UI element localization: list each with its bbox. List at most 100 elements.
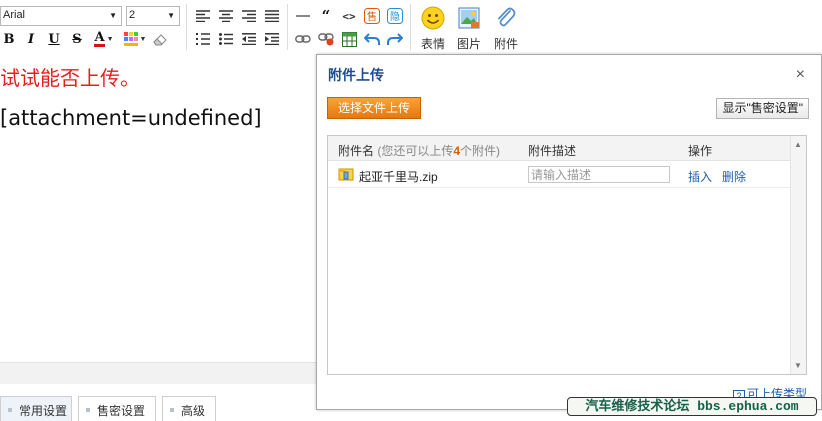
attachment-filename: 起亚千里马.zip — [359, 170, 438, 184]
font-size-select[interactable]: 2 ▼ — [126, 6, 180, 26]
scroll-up-icon[interactable]: ▲ — [794, 140, 802, 149]
strikethrough-button[interactable]: S — [68, 30, 86, 48]
indent-icon — [265, 33, 279, 45]
toolbar-divider — [410, 4, 411, 50]
svg-text:隐: 隐 — [390, 11, 400, 23]
paperclip-icon — [498, 7, 516, 27]
dialog-title: 附件上传 — [328, 67, 384, 83]
table-row: 起亚千里马.zip 插入 删除 — [328, 162, 790, 188]
eraser-icon — [153, 34, 167, 46]
bullet-icon — [170, 408, 174, 412]
align-left-button[interactable] — [194, 7, 212, 25]
link-button[interactable] — [294, 30, 312, 48]
font-color-button[interactable]: A ▼ — [91, 30, 117, 48]
justify-button[interactable] — [263, 7, 281, 25]
align-left-icon — [196, 10, 210, 22]
chevron-down-icon: ▼ — [106, 35, 114, 43]
editor-line-red[interactable]: 试试能否上传。 — [0, 62, 140, 91]
indent-button[interactable] — [263, 30, 281, 48]
column-filename-label: 附件名 — [338, 144, 375, 158]
scroll-down-icon[interactable]: ▼ — [794, 361, 802, 370]
hide-button[interactable]: 隐 — [386, 7, 404, 25]
underline-button[interactable]: U — [45, 30, 63, 48]
delete-link[interactable]: 删除 — [722, 168, 746, 185]
horizontal-rule-button[interactable] — [294, 7, 312, 25]
undo-button[interactable] — [363, 30, 381, 48]
outdent-button[interactable] — [240, 30, 258, 48]
bold-icon: B — [3, 31, 15, 47]
bullet-icon — [8, 408, 12, 412]
code-icon: <> — [342, 9, 356, 23]
font-color-icon: A — [94, 30, 105, 47]
forum-watermark: 汽车维修技术论坛 bbs.ephua.com — [567, 397, 817, 416]
image-label: 图片 — [456, 37, 481, 51]
table-button[interactable] — [340, 30, 358, 48]
attachment-button[interactable]: 附件 — [489, 6, 523, 51]
justify-icon — [265, 10, 279, 22]
emoticon-label: 表情 — [420, 37, 445, 51]
font-size-value: 2 — [129, 9, 136, 21]
unlink-button[interactable] — [317, 30, 335, 48]
attachment-upload-dialog: 附件上传 × 选择文件上传 显示"售密设置" 附件名 (您还可以上传4个附件) … — [316, 54, 822, 410]
undo-icon — [364, 33, 380, 45]
sell-icon: 售 — [364, 8, 380, 24]
font-family-value: Arial — [3, 9, 26, 21]
clear-format-button[interactable] — [151, 30, 169, 48]
toolbar-divider — [287, 4, 288, 50]
unlink-icon — [318, 33, 334, 46]
align-right-button[interactable] — [240, 7, 258, 25]
svg-text:售: 售 — [367, 10, 377, 23]
redo-button[interactable] — [386, 30, 404, 48]
strikethrough-icon: S — [72, 31, 82, 47]
attachment-table: 附件名 (您还可以上传4个附件) 附件描述 操作 起亚千里马.zip 插入 删除… — [327, 135, 807, 375]
insert-link[interactable]: 插入 — [688, 168, 712, 185]
background-color-button[interactable]: ▼ — [122, 30, 148, 48]
hide-icon: 隐 — [387, 8, 403, 24]
remaining-note: (您还可以上传4个附件) — [377, 144, 500, 158]
quote-button[interactable]: “ — [317, 7, 335, 25]
align-center-icon — [219, 10, 233, 22]
bold-button[interactable]: B — [0, 30, 18, 48]
remaining-note-suffix: 个附件) — [460, 144, 501, 158]
toolbar-divider — [186, 4, 187, 50]
tab-common-settings[interactable]: 常用设置 — [0, 396, 72, 421]
code-button[interactable]: <> — [340, 7, 358, 25]
column-filename: 附件名 (您还可以上传4个附件) — [338, 142, 500, 159]
unordered-list-button[interactable] — [217, 30, 235, 48]
bullet-icon — [86, 408, 90, 412]
close-icon[interactable]: × — [796, 67, 805, 83]
description-input[interactable] — [528, 166, 670, 183]
align-right-icon — [242, 10, 256, 22]
remaining-note-prefix: (您还可以上传 — [377, 144, 454, 158]
quote-icon: “ — [321, 7, 331, 25]
link-icon — [295, 35, 311, 43]
table-header: 附件名 (您还可以上传4个附件) 附件描述 操作 — [328, 136, 790, 161]
ordered-list-icon — [196, 33, 210, 45]
ordered-list-button[interactable] — [194, 30, 212, 48]
chevron-down-icon: ▼ — [109, 11, 117, 20]
italic-icon: I — [27, 31, 35, 47]
show-sell-settings-button[interactable]: 显示"售密设置" — [716, 98, 809, 119]
editor-status-bar — [0, 362, 318, 384]
tab-advanced[interactable]: 高级 — [162, 396, 216, 421]
table-icon — [341, 31, 357, 47]
image-button[interactable]: 图片 — [452, 6, 486, 51]
column-description: 附件描述 — [528, 144, 577, 158]
image-icon — [458, 7, 480, 29]
smiley-icon — [421, 6, 445, 30]
table-scrollbar[interactable]: ▲ ▼ — [790, 136, 806, 374]
unordered-list-icon — [219, 33, 233, 45]
emoticon-button[interactable]: 表情 — [416, 6, 450, 51]
chevron-down-icon: ▼ — [167, 11, 175, 20]
tab-sell-settings[interactable]: 售密设置 — [78, 396, 156, 421]
column-operations: 操作 — [688, 144, 713, 158]
tab-label: 高级 — [181, 404, 206, 418]
sell-button[interactable]: 售 — [363, 7, 381, 25]
align-center-button[interactable] — [217, 7, 235, 25]
editor-line-attachment[interactable]: [attachment=undefined] — [0, 106, 262, 130]
select-file-upload-button[interactable]: 选择文件上传 — [327, 97, 421, 119]
redo-icon — [387, 33, 403, 45]
italic-button[interactable]: I — [22, 30, 40, 48]
font-family-select[interactable]: Arial ▼ — [0, 6, 122, 26]
chevron-down-icon: ▼ — [139, 35, 147, 43]
